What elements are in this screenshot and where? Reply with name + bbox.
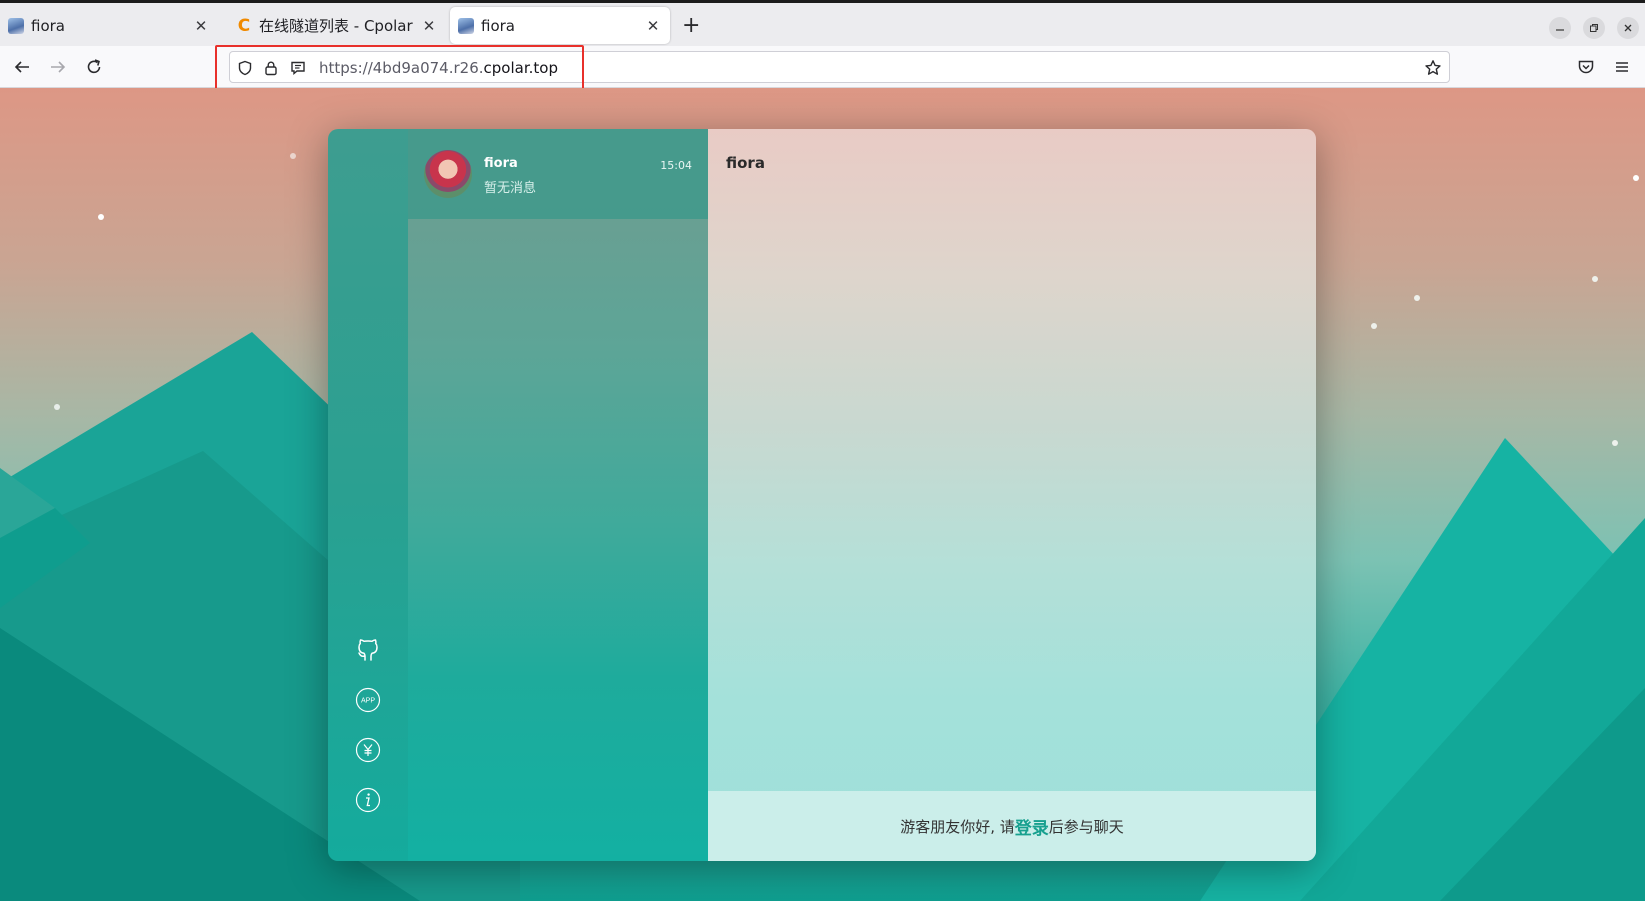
- tab-close-icon[interactable]: ✕: [420, 17, 438, 35]
- pocket-button[interactable]: [1575, 56, 1597, 78]
- menu-button[interactable]: [1611, 56, 1633, 78]
- close-icon: [1624, 24, 1632, 32]
- hamburger-menu-icon: [1616, 62, 1628, 72]
- app-sidebar: APP: [328, 129, 408, 861]
- guest-notice-before: 游客朋友你好, 请: [900, 817, 1015, 836]
- tab-title: 在线隧道列表 - Cpolar: [259, 17, 413, 35]
- fiora-favicon-icon: [8, 17, 24, 34]
- new-tab-button[interactable]: +: [682, 14, 700, 38]
- conversation-last-message: 暂无消息: [484, 181, 537, 196]
- fiora-favicon-icon: [458, 17, 474, 34]
- chat-footer-guest-notice: 游客朋友你好, 请 登录 后参与聊天: [708, 791, 1316, 861]
- back-button[interactable]: [11, 56, 33, 78]
- tab-fiora-1[interactable]: fiora ✕: [0, 7, 218, 44]
- info-icon[interactable]: [355, 787, 381, 813]
- login-link[interactable]: 登录: [1015, 814, 1049, 839]
- tab-fiora-active[interactable]: fiora ✕: [450, 7, 670, 44]
- conversation-list: fiora 15:04 暂无消息: [408, 129, 708, 861]
- tab-title: fiora: [481, 16, 515, 35]
- app-icon[interactable]: APP: [355, 687, 381, 713]
- back-arrow-icon: [14, 61, 29, 73]
- yen-icon[interactable]: [355, 737, 381, 763]
- minimize-icon: [1556, 29, 1564, 31]
- conversation-name: fiora: [484, 156, 518, 171]
- forward-arrow-icon: [51, 61, 66, 73]
- tab-close-icon[interactable]: ✕: [644, 17, 662, 35]
- svg-text:APP: APP: [361, 698, 375, 705]
- chat-app-window: APP fiora 15:04 暂无消息 fiora 游客朋友你好, 请 登录 …: [328, 129, 1316, 861]
- chat-panel: fiora 游客朋友你好, 请 登录 后参与聊天: [708, 129, 1316, 861]
- reload-button[interactable]: [83, 56, 105, 78]
- pocket-icon: [1578, 60, 1594, 74]
- conversation-item-fiora[interactable]: fiora 15:04 暂无消息: [408, 129, 708, 219]
- tab-cpolar[interactable]: C 在线隧道列表 - Cpolar ✕: [228, 7, 446, 44]
- tab-close-icon[interactable]: ✕: [192, 17, 210, 35]
- cpolar-c-icon: C: [237, 15, 251, 36]
- avatar: [424, 150, 472, 198]
- bookmark-star-icon[interactable]: [1424, 59, 1442, 77]
- reload-icon: [87, 59, 101, 74]
- github-icon[interactable]: [355, 637, 381, 663]
- tab-title: fiora: [31, 16, 65, 35]
- restore-icon: [1590, 24, 1598, 32]
- restore-button[interactable]: [1583, 17, 1605, 39]
- forward-button[interactable]: [47, 56, 69, 78]
- minimize-button[interactable]: [1549, 17, 1571, 39]
- close-window-button[interactable]: [1617, 17, 1639, 39]
- guest-notice-after: 后参与聊天: [1048, 817, 1124, 836]
- conversation-time: 15:04: [660, 159, 692, 172]
- chat-title: fiora: [726, 154, 765, 172]
- tab-bar: fiora ✕ C 在线隧道列表 - Cpolar ✕ fiora ✕ +: [0, 3, 1645, 46]
